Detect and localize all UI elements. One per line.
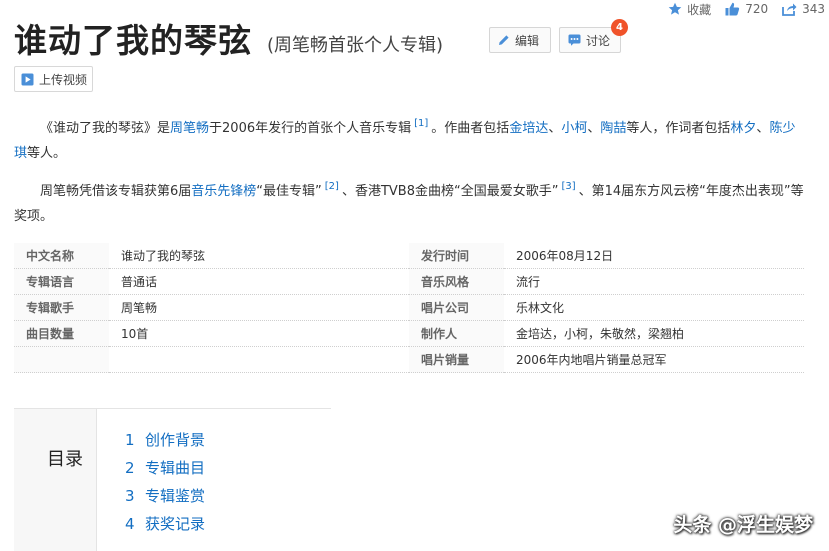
- discuss-button[interactable]: 讨论 4: [559, 19, 628, 53]
- catalog-item[interactable]: 3 专辑鉴赏: [125, 485, 205, 506]
- page-subtitle: (周笔畅首张个人专辑): [267, 35, 444, 56]
- catalog-title: 目录: [47, 449, 83, 470]
- star-icon: [668, 2, 682, 15]
- watermark: 头条 @浮生娱梦: [673, 514, 813, 536]
- catalog-item[interactable]: 1 创作背景: [125, 429, 205, 450]
- info-key-empty: [14, 347, 109, 373]
- link-zhou-bichang[interactable]: 周笔畅: [170, 121, 209, 136]
- catalog-item-label[interactable]: 专辑鉴赏: [145, 487, 205, 505]
- catalog-item[interactable]: 2 专辑曲目: [125, 457, 205, 478]
- edit-button[interactable]: 编辑: [489, 27, 551, 53]
- favorite-label: 收藏: [687, 2, 712, 17]
- link-lin-xi[interactable]: 林夕: [730, 121, 756, 136]
- intro-text: 于2006年发行的首张个人音乐专辑: [209, 121, 412, 136]
- info-row: 唱片销量 2006年内地唱片销量总冠军: [14, 347, 804, 373]
- catalog-item-number: 4: [125, 515, 135, 533]
- info-value-empty: [109, 347, 409, 373]
- page-title: 谁动了我的琴弦: [14, 21, 252, 60]
- catalog-item-number: 2: [125, 459, 135, 477]
- info-value: 10首: [109, 321, 409, 347]
- info-value: 金培达，小柯，朱敬然，梁翘柏: [504, 321, 804, 347]
- info-key: 中文名称: [14, 243, 109, 269]
- info-value: 2006年08月12日: [504, 243, 804, 269]
- upload-video-label: 上传视频: [39, 72, 88, 87]
- share-icon: [782, 3, 797, 16]
- thumbs-up-icon: [725, 2, 740, 16]
- table-of-contents: 目录 1 创作背景 2 专辑曲目 3 专辑鉴赏 4 获奖记录: [14, 408, 331, 551]
- upload-video-button[interactable]: 上传视频: [14, 66, 93, 92]
- intro-text: 周笔畅凭借该专辑获第6届: [40, 184, 192, 199]
- info-key: 发行时间: [409, 243, 504, 269]
- info-key: 专辑语言: [14, 269, 109, 295]
- info-row: 中文名称 谁动了我的琴弦 发行时间 2006年08月12日: [14, 243, 804, 269]
- catalog-item-label[interactable]: 获奖记录: [145, 515, 205, 533]
- discuss-count-badge: 4: [611, 19, 628, 36]
- discuss-label: 讨论: [586, 33, 611, 48]
- info-key: 音乐风格: [409, 269, 504, 295]
- catalog-item[interactable]: 4 获奖记录: [125, 513, 205, 534]
- like-button[interactable]: 720: [725, 2, 768, 16]
- edit-label: 编辑: [515, 33, 540, 48]
- info-value: 乐林文化: [504, 295, 804, 321]
- favorite-button[interactable]: 收藏: [668, 1, 711, 18]
- catalog-item-number: 3: [125, 487, 135, 505]
- like-count: 720: [745, 2, 769, 16]
- reference-3[interactable]: [3]: [561, 181, 575, 192]
- comment-icon: [568, 34, 581, 46]
- reference-1[interactable]: [1]: [414, 118, 428, 129]
- info-key: 制作人: [409, 321, 504, 347]
- separator: 、: [548, 121, 562, 136]
- info-key: 专辑歌手: [14, 295, 109, 321]
- intro-text: 等人。: [27, 146, 67, 161]
- intro-paragraph-2: 周笔畅凭借该专辑获第6届音乐先锋榜“最佳专辑” [2] 、香港TVB8金曲榜“全国最…: [14, 174, 804, 229]
- info-row: 专辑语言 普通话 音乐风格 流行: [14, 269, 804, 295]
- catalog-item-number: 1: [125, 431, 135, 449]
- share-button[interactable]: 343: [782, 2, 825, 16]
- link-xiao-ke[interactable]: 小柯: [561, 121, 587, 136]
- stats-bar: 收藏 720 343: [654, 0, 825, 18]
- intro-text: 。作曲者包括: [431, 121, 510, 136]
- link-music-pioneer-chart[interactable]: 音乐先锋榜: [191, 184, 256, 199]
- catalog-item-label[interactable]: 专辑曲目: [145, 459, 205, 477]
- catalog-item-label[interactable]: 创作背景: [145, 431, 205, 449]
- intro-paragraph-1: 《谁动了我的琴弦》是周笔畅于2006年发行的首张个人音乐专辑 [1] 。作曲者包括金…: [14, 111, 804, 166]
- info-key: 唱片销量: [409, 347, 504, 373]
- basic-info-table: 中文名称 谁动了我的琴弦 发行时间 2006年08月12日 专辑语言 普通话 音…: [14, 243, 804, 373]
- info-value: 周笔畅: [109, 295, 409, 321]
- intro-text: 、香港TVB8金曲榜“全国最爱女歌手”: [341, 184, 559, 199]
- share-count: 343: [802, 2, 825, 16]
- separator: 、: [756, 121, 770, 136]
- pencil-icon: [499, 35, 509, 45]
- intro-text: 《谁动了我的琴弦》是: [40, 121, 171, 136]
- info-value: 普通话: [109, 269, 409, 295]
- info-key: 曲目数量: [14, 321, 109, 347]
- info-row: 专辑歌手 周笔畅 唱片公司 乐林文化: [14, 295, 804, 321]
- reference-2[interactable]: [2]: [325, 181, 339, 192]
- link-jin-peida[interactable]: 金培达: [509, 121, 548, 136]
- intro-text: 等人，作词者包括: [626, 121, 731, 136]
- info-value: 谁动了我的琴弦: [109, 243, 409, 269]
- info-row: 曲目数量 10首 制作人 金培达，小柯，朱敬然，梁翘柏: [14, 321, 804, 347]
- separator: 、: [587, 121, 601, 136]
- info-key: 唱片公司: [409, 295, 504, 321]
- catalog-header-panel: 目录: [14, 409, 97, 551]
- intro-text: “最佳专辑”: [256, 184, 322, 199]
- info-value: 2006年内地唱片销量总冠军: [504, 347, 804, 373]
- info-value: 流行: [504, 269, 804, 295]
- link-tao-zhe[interactable]: 陶喆: [600, 121, 626, 136]
- video-play-icon: [21, 73, 34, 85]
